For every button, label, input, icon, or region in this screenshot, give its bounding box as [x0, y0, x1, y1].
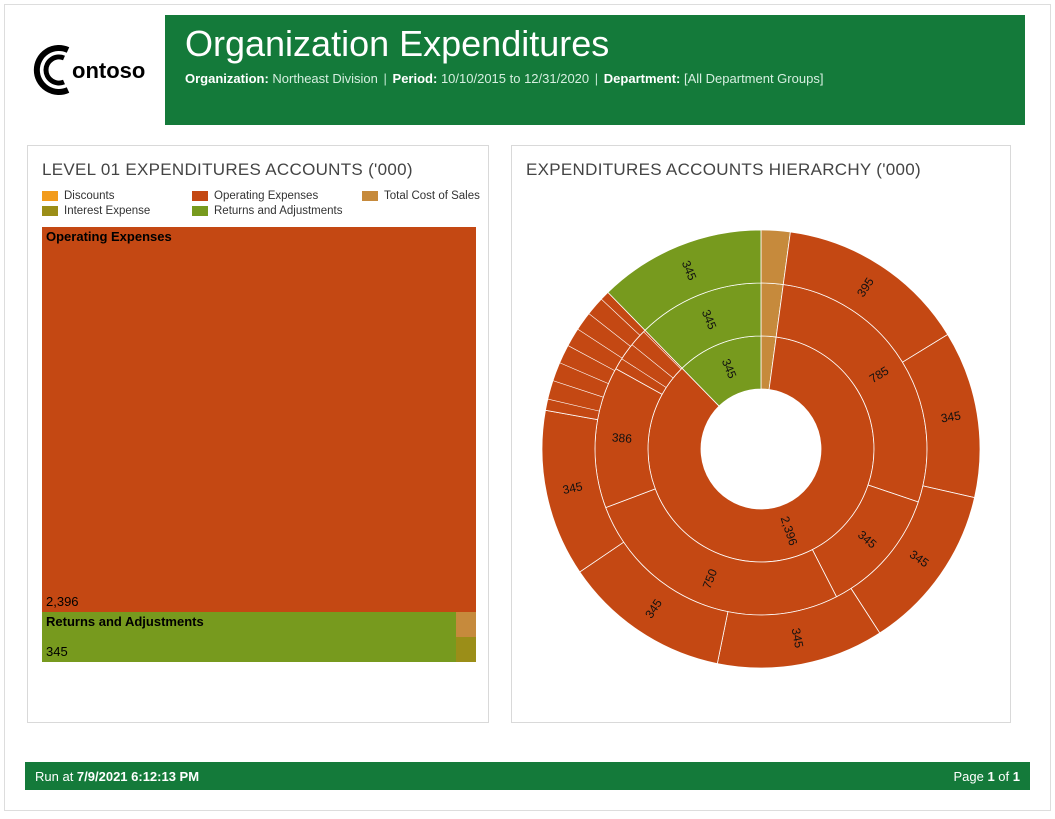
report-footer: Run at 7/9/2021 6:12:13 PM Page 1 of 1: [25, 762, 1030, 790]
header-meta: Organization: Northeast Division | Perio…: [185, 71, 1005, 86]
treemap-node-total-cost-sales[interactable]: [456, 612, 476, 637]
footer-page-sep: of: [995, 769, 1013, 784]
brand-logo: ontoso: [25, 20, 165, 120]
panel-sunburst-title: EXPENDITURES ACCOUNTS HIERARCHY ('000): [526, 160, 996, 180]
treemap-node-returns-adjustments[interactable]: Returns and Adjustments 345: [42, 612, 456, 662]
swatch-icon: [192, 191, 208, 201]
sunburst-label: 386: [611, 430, 632, 445]
legend-item-op: Operating Expenses: [192, 190, 362, 202]
legend-item-tcs: Total Cost of Sales: [362, 190, 502, 202]
footer-run-prefix: Run at: [35, 769, 77, 784]
treemap-node-operating-expenses[interactable]: Operating Expenses 2,396: [42, 227, 476, 612]
footer-run: Run at 7/9/2021 6:12:13 PM: [35, 769, 199, 784]
meta-org-value: Northeast Division: [272, 71, 378, 86]
legend-item-ra: Returns and Adjustments: [192, 205, 362, 217]
legend-label: Returns and Adjustments: [214, 205, 343, 217]
swatch-icon: [362, 191, 378, 201]
footer-page-prefix: Page: [953, 769, 987, 784]
footer-page-total: 1: [1013, 769, 1020, 784]
legend-label: Interest Expense: [64, 205, 150, 217]
panel-sunburst: EXPENDITURES ACCOUNTS HIERARCHY ('000) 2…: [511, 145, 1011, 723]
sunburst-wrap: 2,39634578534575038634539534534534534534…: [526, 190, 996, 708]
sunburst-chart[interactable]: 2,39634578534575038634539534534534534534…: [531, 209, 991, 689]
report-canvas: ontoso Organization Expenditures Organiz…: [4, 4, 1051, 811]
legend-label: Total Cost of Sales: [384, 190, 480, 202]
treemap-node-value: 2,396: [46, 594, 79, 609]
meta-period-label: Period:: [393, 71, 438, 86]
footer-run-ts: 7/9/2021 6:12:13 PM: [77, 769, 199, 784]
meta-period-value: 10/10/2015 to 12/31/2020: [441, 71, 589, 86]
footer-page: Page 1 of 1: [953, 769, 1020, 784]
meta-dept-label: Department:: [604, 71, 681, 86]
legend-item-ie: Interest Expense: [42, 205, 192, 217]
panels-row: LEVEL 01 EXPENDITURES ACCOUNTS ('000) Di…: [5, 125, 1050, 723]
report-header: ontoso Organization Expenditures Organiz…: [5, 5, 1050, 125]
swatch-icon: [42, 206, 58, 216]
legend-item-discounts: Discounts: [42, 190, 192, 202]
swatch-icon: [192, 206, 208, 216]
treemap-node-label: Returns and Adjustments: [46, 614, 204, 629]
title-block: Organization Expenditures Organization: …: [165, 15, 1025, 125]
swatch-icon: [42, 191, 58, 201]
legend-label: Operating Expenses: [214, 190, 318, 202]
brand-text: ontoso: [72, 58, 145, 83]
treemap-node-interest-expense[interactable]: [456, 637, 476, 662]
treemap-node-value: 345: [46, 644, 68, 659]
footer-page-cur: 1: [987, 769, 994, 784]
meta-sep: |: [384, 71, 391, 86]
meta-org-label: Organization:: [185, 71, 269, 86]
panel-treemap: LEVEL 01 EXPENDITURES ACCOUNTS ('000) Di…: [27, 145, 489, 723]
meta-dept-value: [All Department Groups]: [684, 71, 823, 86]
legend-label: Discounts: [64, 190, 115, 202]
treemap-legend: Discounts Operating Expenses Total Cost …: [42, 190, 474, 217]
contoso-logo-icon: ontoso: [30, 40, 160, 100]
treemap-node-label: Operating Expenses: [46, 229, 172, 244]
panel-treemap-title: LEVEL 01 EXPENDITURES ACCOUNTS ('000): [42, 160, 474, 180]
treemap-chart[interactable]: Operating Expenses 2,396 Returns and Adj…: [42, 227, 476, 662]
meta-sep: |: [595, 71, 602, 86]
page-title: Organization Expenditures: [185, 23, 1005, 65]
